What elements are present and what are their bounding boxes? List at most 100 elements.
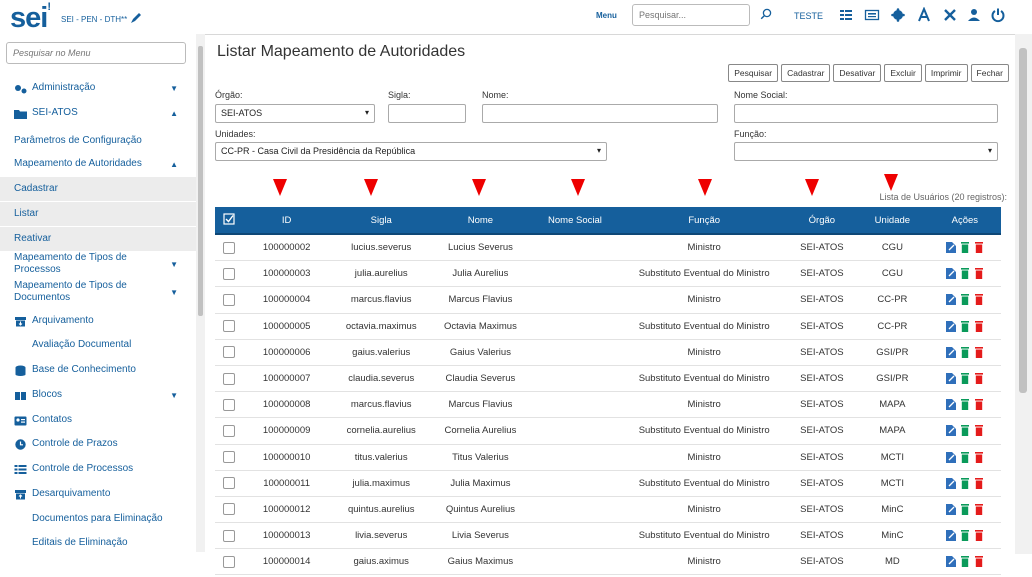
delete-icon[interactable] bbox=[974, 373, 984, 385]
deactivate-icon[interactable] bbox=[960, 451, 970, 463]
delete-icon[interactable] bbox=[974, 451, 984, 463]
delete-icon[interactable] bbox=[974, 346, 984, 358]
delete-icon[interactable] bbox=[974, 320, 984, 332]
sidebar-item-12[interactable]: Blocos ▼ bbox=[0, 384, 196, 406]
register-button[interactable]: Cadastrar bbox=[781, 64, 831, 82]
pen-icon[interactable] bbox=[130, 12, 142, 24]
sidebar-item-11[interactable]: Base de Conhecimento bbox=[0, 359, 196, 381]
delete-icon[interactable] bbox=[974, 556, 984, 568]
chevron-down-icon[interactable]: ▼ bbox=[170, 260, 178, 269]
sidebar-item-5[interactable]: Listar bbox=[0, 202, 196, 226]
edit-icon[interactable] bbox=[945, 477, 956, 489]
edit-icon[interactable] bbox=[945, 268, 956, 280]
edit-icon[interactable] bbox=[945, 399, 956, 411]
delete-icon[interactable] bbox=[974, 399, 984, 411]
sidebar-item-6[interactable]: Reativar bbox=[0, 227, 196, 251]
row-checkbox[interactable] bbox=[215, 260, 243, 288]
delete-icon[interactable] bbox=[974, 530, 984, 542]
nome-social-field[interactable] bbox=[734, 104, 998, 123]
deactivate-icon[interactable] bbox=[960, 425, 970, 437]
funcao-select[interactable]: ▾ bbox=[734, 142, 998, 161]
delete-icon[interactable] bbox=[974, 425, 984, 437]
deactivate-icon[interactable] bbox=[960, 530, 970, 542]
sidebar-item-9[interactable]: Arquivamento bbox=[0, 310, 196, 332]
checkbox[interactable] bbox=[222, 346, 235, 359]
select-all-checkbox[interactable] bbox=[215, 207, 243, 235]
delete-icon[interactable] bbox=[974, 477, 984, 489]
edit-icon[interactable] bbox=[945, 451, 956, 463]
deactivate-icon[interactable] bbox=[960, 399, 970, 411]
deactivate-icon[interactable] bbox=[960, 503, 970, 515]
sidebar-scrollbar-thumb[interactable] bbox=[198, 46, 203, 316]
checkbox[interactable] bbox=[222, 398, 235, 411]
edit-icon[interactable] bbox=[945, 530, 956, 542]
deactivate-button[interactable]: Desativar bbox=[833, 64, 882, 82]
sidebar-item-2[interactable]: Parâmetros de Configuração bbox=[0, 130, 196, 152]
sei-logo[interactable]: sei! bbox=[10, 1, 51, 35]
delete-icon[interactable] bbox=[974, 268, 984, 280]
sidebar-item-4[interactable]: Cadastrar bbox=[0, 177, 196, 201]
nome-field[interactable] bbox=[482, 104, 718, 123]
close-button[interactable]: Fechar bbox=[970, 64, 1009, 82]
edit-icon[interactable] bbox=[945, 346, 956, 358]
checkbox[interactable] bbox=[222, 372, 235, 385]
checkbox[interactable] bbox=[222, 241, 235, 254]
checkbox[interactable] bbox=[222, 320, 235, 333]
row-checkbox[interactable] bbox=[215, 391, 243, 419]
sidebar-item-10[interactable]: Avaliação Documental bbox=[0, 334, 196, 356]
delete-icon[interactable] bbox=[974, 294, 984, 306]
sidebar-item-3[interactable]: Mapeamento de Autoridades ▲ bbox=[0, 153, 196, 175]
sidebar-item-1[interactable]: SEI-ATOS ▲ bbox=[0, 102, 196, 124]
sidebar-item-16[interactable]: Desarquivamento bbox=[0, 483, 196, 505]
col-nome[interactable]: Nome bbox=[431, 207, 530, 235]
row-checkbox[interactable] bbox=[215, 548, 243, 576]
search-icon[interactable] bbox=[760, 8, 772, 20]
chevron-down-icon[interactable]: ▼ bbox=[170, 84, 178, 93]
sidebar-item-8[interactable]: Mapeamento de Tipos de Documentos ▼ bbox=[0, 277, 196, 307]
deactivate-icon[interactable] bbox=[960, 320, 970, 332]
checkbox[interactable] bbox=[222, 451, 235, 464]
sigla-field[interactable] bbox=[388, 104, 466, 123]
row-checkbox[interactable] bbox=[215, 417, 243, 445]
menu-search-input[interactable] bbox=[6, 42, 186, 64]
col-sigla[interactable]: Sigla bbox=[330, 207, 432, 235]
col-unidade[interactable]: Unidade bbox=[856, 207, 929, 235]
delete-icon[interactable] bbox=[974, 503, 984, 515]
checkbox[interactable] bbox=[222, 503, 235, 516]
chevron-down-icon[interactable]: ▼ bbox=[170, 391, 178, 400]
row-checkbox[interactable] bbox=[215, 286, 243, 314]
delete-icon[interactable] bbox=[974, 242, 984, 254]
edit-icon[interactable] bbox=[945, 242, 956, 254]
col-funcao[interactable]: Função bbox=[620, 207, 788, 235]
checkbox[interactable] bbox=[222, 293, 235, 306]
sidebar-item-15[interactable]: Controle de Processos bbox=[0, 458, 196, 480]
menu-link[interactable]: Menu bbox=[596, 11, 617, 20]
deactivate-icon[interactable] bbox=[960, 556, 970, 568]
edit-icon[interactable] bbox=[945, 425, 956, 437]
orgao-select[interactable]: SEI-ATOS ▾ bbox=[215, 104, 375, 123]
deactivate-icon[interactable] bbox=[960, 346, 970, 358]
sidebar-item-14[interactable]: Controle de Prazos bbox=[0, 433, 196, 455]
search-button[interactable]: Pesquisar bbox=[728, 64, 779, 82]
delete-button[interactable]: Excluir bbox=[884, 64, 922, 82]
row-checkbox[interactable] bbox=[215, 339, 243, 366]
col-orgao[interactable]: Órgão bbox=[787, 207, 857, 235]
power-icon[interactable] bbox=[990, 7, 1006, 23]
checkbox[interactable] bbox=[222, 477, 235, 490]
chevron-down-icon[interactable]: ▼ bbox=[170, 288, 178, 297]
checkbox[interactable] bbox=[222, 555, 235, 568]
tools-icon[interactable] bbox=[942, 7, 958, 23]
sidebar-item-7[interactable]: Mapeamento de Tipos de Processos ▼ bbox=[0, 252, 196, 275]
deactivate-icon[interactable] bbox=[960, 268, 970, 280]
col-id[interactable]: ID bbox=[242, 207, 331, 235]
user-name[interactable]: TESTE bbox=[794, 11, 823, 21]
row-checkbox[interactable] bbox=[215, 496, 243, 524]
font-size-icon[interactable] bbox=[916, 7, 932, 23]
row-checkbox[interactable] bbox=[215, 444, 243, 471]
top-search-input[interactable] bbox=[632, 4, 750, 26]
edit-icon[interactable] bbox=[945, 294, 956, 306]
edit-icon[interactable] bbox=[945, 503, 956, 515]
chevron-up-icon[interactable]: ▲ bbox=[170, 109, 178, 118]
row-checkbox[interactable] bbox=[215, 522, 243, 550]
row-checkbox[interactable] bbox=[215, 365, 243, 393]
